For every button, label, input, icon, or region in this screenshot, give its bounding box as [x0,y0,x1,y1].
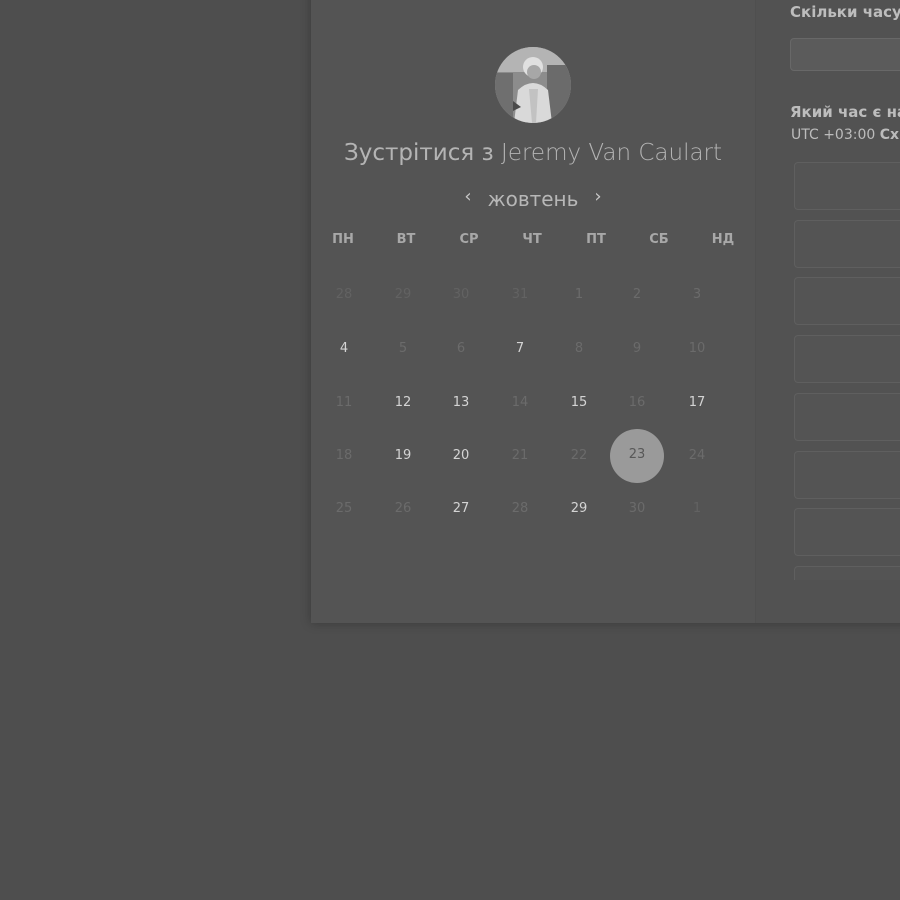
time-slot-button[interactable] [794,566,900,580]
calendar-day: 10 [688,341,706,356]
time-slot-button[interactable] [794,508,900,556]
calendar-day: 9 [632,341,642,356]
calendar-day: 11 [335,395,353,410]
duration-label: Скільки часу [790,3,900,21]
calendar-week: 18 19 20 21 22 23 24 [311,429,755,485]
time-slot-button[interactable] [794,393,900,441]
calendar-day: 22 [570,448,588,463]
calendar-day: 30 [628,501,646,516]
calendar-day: 18 [335,448,353,463]
weekday-label: НД [711,232,735,247]
calendar-day-available[interactable]: 15 [554,378,604,428]
calendar-week: 25 26 27 28 29 30 1 [311,484,755,538]
weekday-label: СБ [649,232,669,247]
time-slot-button[interactable] [794,335,900,383]
calendar-day: 16 [628,395,646,410]
booking-card: Зустрітися з Jeremy Van Caulart ‹ жовтен… [311,0,900,623]
chevron-left-icon: ‹ [464,186,472,207]
calendar-day: 1 [574,287,584,302]
calendar-week: 11 12 13 14 15 16 17 [311,378,755,432]
meeting-title-prefix: Зустрітися з [343,140,494,166]
calendar-day: 21 [511,448,529,463]
time-slot-button[interactable] [794,220,900,268]
calendar-day-available[interactable]: 4 [319,324,369,374]
calendar-day-available[interactable]: 7 [495,324,545,374]
weekday-label: ПН [332,232,354,247]
calendar-day-available[interactable]: 27 [436,484,486,534]
calendar-day: 24 [688,448,706,463]
calendar-day: 31 [511,287,529,302]
calendar-day: 14 [511,395,529,410]
calendar-day-available[interactable]: 13 [436,378,486,428]
time-slot-button[interactable] [794,277,900,325]
calendar-pane: Зустрітися з Jeremy Van Caulart ‹ жовтен… [311,0,755,623]
weekday-label: ЧТ [522,232,542,247]
time-slot-list [794,160,900,580]
calendar-day: 26 [394,501,412,516]
calendar-day: 1 [692,501,702,516]
calendar-day: 6 [456,341,466,356]
duration-select[interactable] [790,38,900,71]
avatar-photo [495,47,571,123]
current-month: жовтень [487,187,579,211]
next-month-button[interactable]: › [588,185,608,211]
calendar-day: 28 [335,287,353,302]
selected-calendar-day[interactable]: 23 [610,429,664,483]
time-slot-button[interactable] [794,451,900,499]
calendar-week: 4 5 6 7 8 9 10 [311,324,755,378]
time-slot-button[interactable] [794,162,900,210]
time-selection-pane: Скільки часу Який час є на UTC +03:00 Сх… [755,0,900,623]
weekday-label: СР [459,232,479,247]
calendar-day-available[interactable]: 19 [378,431,428,481]
timezone-name: Схі [879,127,900,143]
previous-month-button[interactable]: ‹ [458,185,478,211]
calendar-day: 8 [574,341,584,356]
timezone-offset: UTC +03:00 [791,127,876,143]
avatar [495,47,571,123]
chevron-right-icon: › [594,186,602,207]
meeting-title: Зустрітися з Jeremy Van Caulart [311,139,755,167]
calendar-day: 3 [692,287,702,302]
calendar-day: 29 [394,287,412,302]
calendar-day: 2 [632,287,642,302]
calendar-day: 30 [452,287,470,302]
time-question: Який час є на [790,103,900,121]
calendar-day: 5 [398,341,408,356]
calendar-day-available[interactable]: 12 [378,378,428,428]
calendar-week: 28 29 30 31 1 2 3 [311,270,755,324]
weekday-header: ПН ВТ СР ЧТ ПТ СБ НД [311,232,755,252]
timezone-display[interactable]: UTC +03:00 Схі [791,127,900,143]
calendar-day-available[interactable]: 20 [436,431,486,481]
month-navigation: ‹ жовтень › [311,185,755,213]
calendar-day: 25 [335,501,353,516]
calendar-grid: 28 29 30 31 1 2 3 4 5 6 7 8 9 10 11 12 1… [311,270,755,550]
weekday-label: ВТ [396,232,416,247]
calendar-day-available[interactable]: 17 [672,378,722,428]
host-name: Jeremy Van Caulart [501,140,723,166]
weekday-label: ПТ [586,232,606,247]
calendar-day-available[interactable]: 29 [554,484,604,534]
calendar-day: 28 [511,501,529,516]
booking-page: Зустрітися з Jeremy Van Caulart ‹ жовтен… [0,0,900,900]
